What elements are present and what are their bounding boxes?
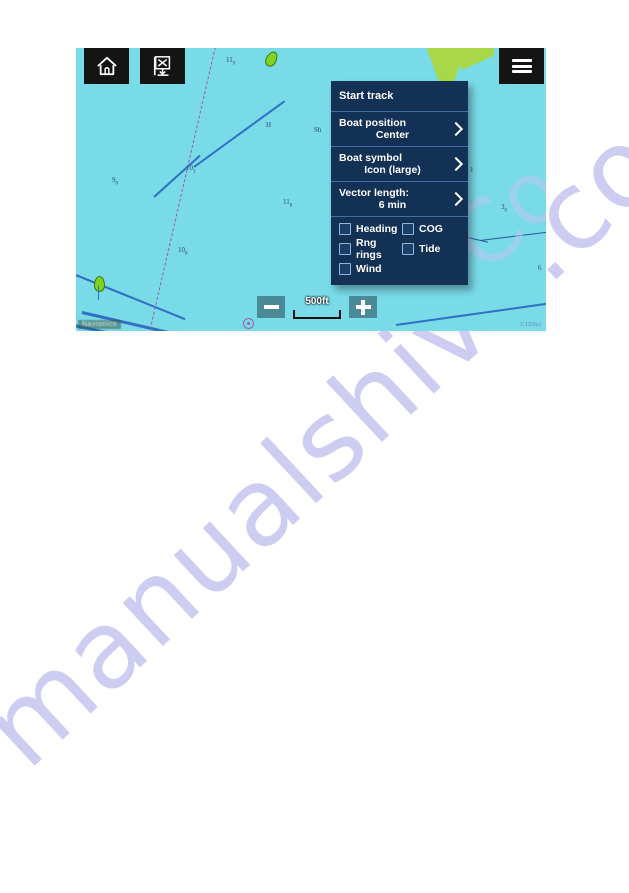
checkbox-row: Wind — [339, 263, 460, 275]
checkbox-icon[interactable] — [339, 223, 351, 235]
menu-item-boat-position[interactable]: Boat position Center — [331, 112, 468, 147]
depth-sounding: 103 — [186, 164, 196, 175]
zoom-out-button[interactable] — [257, 296, 285, 318]
depth-sounding: 6 — [538, 264, 542, 272]
chart-feature-label: H — [266, 121, 272, 129]
home-icon — [96, 56, 118, 76]
checkbox-row: Rng rings Tide — [339, 237, 460, 261]
boat-position-label: Boat position — [339, 117, 407, 129]
chart-feature-label: Sh — [314, 126, 322, 134]
boat-position-value: Center — [375, 129, 410, 141]
mob-waypoint-icon — [152, 55, 174, 77]
checkbox-icon[interactable] — [339, 263, 351, 275]
checkbox-cog[interactable]: COG — [402, 223, 443, 235]
hamburger-icon — [511, 59, 532, 73]
chart-attribution: Navionics — [78, 320, 121, 329]
depth-sounding: 118 — [283, 198, 293, 209]
chart-route-dashed — [146, 48, 217, 331]
depth-sounding: 119 — [226, 56, 236, 67]
checkbox-row: Heading COG — [339, 223, 460, 235]
vector-length-value: 6 min — [378, 199, 407, 211]
menu-item-vector-length[interactable]: Vector length: 6 min — [331, 182, 468, 217]
boat-symbol-value: Icon (large) — [364, 164, 421, 176]
checkbox-heading-label: Heading — [356, 223, 398, 235]
home-button[interactable] — [84, 48, 129, 84]
depth-sounding: 38 — [501, 203, 507, 214]
vector-length-label: Vector length: — [339, 187, 410, 199]
chart-contour-line — [76, 262, 186, 321]
checkbox-icon[interactable] — [402, 223, 414, 235]
depth-sounding: 1 — [470, 166, 474, 174]
checkbox-icon[interactable] — [339, 243, 351, 255]
start-track-label: Start track — [339, 90, 394, 102]
chart-corner-mark: C130a1 — [520, 322, 542, 328]
boat-symbol-label: Boat symbol — [339, 152, 403, 164]
scale-bar: 500ft — [293, 296, 341, 319]
menu-item-start-track[interactable]: Start track — [331, 81, 468, 112]
buoy-icon[interactable] — [94, 276, 105, 300]
checkbox-rng-rings-label: Rng rings — [356, 237, 382, 261]
nautical-chart-map[interactable]: 119 98 103 108 118 38 6 1 H Sh Co — [76, 48, 546, 331]
checkbox-heading[interactable]: Heading — [339, 223, 402, 235]
checkbox-wind[interactable]: Wind — [339, 263, 402, 275]
waypoint-marker-icon[interactable] — [243, 318, 254, 329]
minus-icon — [263, 305, 279, 309]
plus-icon-vertical — [361, 299, 365, 315]
chartplotter-screenshot: 119 98 103 108 118 38 6 1 H Sh Co Start … — [76, 48, 546, 331]
chart-contour-line — [153, 154, 201, 198]
checkbox-cog-label: COG — [419, 223, 443, 235]
boat-settings-context-menu: Start track Boat position Center Boat sy… — [331, 81, 468, 285]
depth-sounding: 108 — [178, 246, 188, 257]
chart-contour-line — [479, 230, 546, 242]
main-menu-button[interactable] — [499, 48, 544, 84]
depth-sounding: 98 — [112, 176, 118, 187]
checkbox-icon[interactable] — [402, 243, 414, 255]
scale-bar-bracket — [293, 310, 341, 319]
buoy-icon[interactable] — [262, 49, 281, 69]
checkbox-wind-label: Wind — [356, 263, 382, 275]
checkbox-tide[interactable]: Tide — [402, 243, 440, 255]
chart-route-leg — [193, 100, 286, 168]
scale-bar-label: 500ft — [305, 296, 329, 307]
zoom-in-button[interactable] — [349, 296, 377, 318]
checkbox-rng-rings[interactable]: Rng rings — [339, 237, 402, 261]
menu-item-boat-symbol[interactable]: Boat symbol Icon (large) — [331, 147, 468, 182]
overlay-toggle-group: Heading COG Rng rings Tide Wind — [331, 217, 468, 285]
waypoint-mob-button[interactable] — [140, 48, 185, 84]
checkbox-tide-label: Tide — [419, 243, 441, 255]
